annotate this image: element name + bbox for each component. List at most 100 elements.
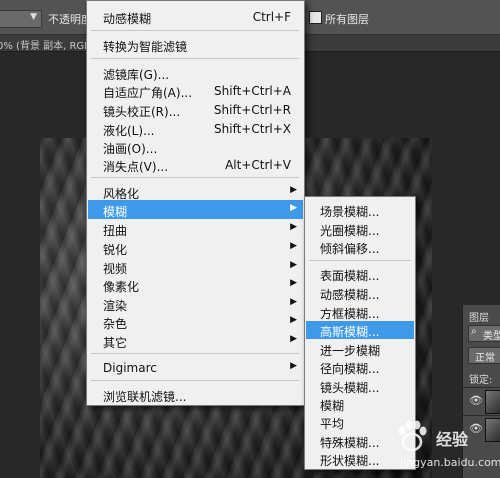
layer-row[interactable]: 👁 <box>463 415 500 442</box>
menu-item-label: 模糊 <box>103 205 128 219</box>
layer-thumbnail <box>485 418 500 442</box>
menu-item-label: 扭曲 <box>103 224 128 238</box>
menu-item-label: 杂色 <box>103 317 128 331</box>
menu-item-label: Digimarc <box>103 361 157 375</box>
menu-separator <box>91 30 299 31</box>
submenu-item-label: 动感模糊... <box>320 288 380 302</box>
menu-item-last-filter[interactable]: 动感模糊 Ctrl+F <box>88 7 303 26</box>
document-tab-label: 0% (背景 副本, RGB, <box>0 41 95 52</box>
submenu-item-label: 方框模糊... <box>320 307 380 321</box>
menu-item-shortcut: Shift+Ctrl+R <box>213 103 291 117</box>
layer-row[interactable]: 👁 <box>463 387 500 414</box>
eye-icon[interactable]: 👁 <box>469 394 483 407</box>
menu-separator <box>91 353 299 354</box>
submenu-arrow-icon: ▶ <box>290 278 297 288</box>
submenu-item-shape-blur[interactable]: 形状模糊... <box>306 450 414 468</box>
menu-item-render[interactable]: 渲染 ▶ <box>88 294 303 313</box>
submenu-item-iris-blur[interactable]: 光圈模糊... <box>306 220 414 238</box>
submenu-arrow-icon: ▶ <box>290 185 297 195</box>
menu-item-shortcut: Shift+Ctrl+A <box>214 84 291 98</box>
menu-item-blur[interactable]: 模糊 ▶ <box>88 200 303 219</box>
submenu-arrow-icon: ▶ <box>290 297 297 307</box>
menu-item-label: 转换为智能滤镜 <box>103 40 188 54</box>
submenu-arrow-icon: ▶ <box>290 222 297 232</box>
menu-item-shortcut: Alt+Ctrl+V <box>225 158 291 172</box>
menu-item-browse-online-filters[interactable]: 浏览联机滤镜... <box>88 385 303 404</box>
layer-filter-dropdown[interactable]: ⌕ 类型 <box>468 325 500 342</box>
submenu-item-blur[interactable]: 模糊 <box>306 395 414 413</box>
menu-item-other[interactable]: 其它 ▶ <box>88 331 303 350</box>
menu-item-label: 其它 <box>103 336 128 350</box>
menu-item-video[interactable]: 视频 ▶ <box>88 257 303 276</box>
submenu-item-label: 特殊模糊... <box>320 436 380 450</box>
menu-item-distort[interactable]: 扭曲 ▶ <box>88 219 303 238</box>
all-layers-checkbox[interactable] <box>309 11 322 24</box>
layer-filter-label: 类型 <box>483 331 500 342</box>
submenu-item-radial-blur[interactable]: 径向模糊... <box>306 358 414 376</box>
layers-panel: 图层 ⌕ 类型 正常 锁定: 👁 👁 <box>462 305 500 478</box>
submenu-item-blur-more[interactable]: 进一步模糊 <box>306 340 414 358</box>
submenu-item-field-blur[interactable]: 场景模糊... <box>306 201 414 219</box>
submenu-item-surface-blur[interactable]: 表面模糊... <box>306 265 414 283</box>
submenu-item-motion-blur[interactable]: 动感模糊... <box>306 284 414 302</box>
menu-item-shortcut: Ctrl+F <box>252 10 291 24</box>
submenu-item-label: 模糊 <box>320 399 345 413</box>
submenu-item-label: 平均 <box>320 417 345 431</box>
submenu-item-label: 镜头模糊... <box>320 381 380 395</box>
menu-item-filter-gallery[interactable]: 滤镜库(G)... <box>88 63 303 82</box>
menu-item-sharpen[interactable]: 锐化 ▶ <box>88 238 303 257</box>
menu-item-label: 自适应广角(A)... <box>103 86 193 100</box>
menu-item-pixelate[interactable]: 像素化 ▶ <box>88 275 303 294</box>
submenu-item-label: 形状模糊... <box>320 454 380 468</box>
submenu-item-smart-blur[interactable]: 特殊模糊... <box>306 432 414 450</box>
all-layers-label: 所有图层 <box>325 13 369 26</box>
menu-item-adaptive-wide-angle[interactable]: 自适应广角(A)... Shift+Ctrl+A <box>88 81 303 100</box>
submenu-item-label: 高斯模糊... <box>320 325 380 339</box>
menu-item-liquify[interactable]: 液化(L)... Shift+Ctrl+X <box>88 119 303 138</box>
submenu-item-average[interactable]: 平均 <box>306 413 414 431</box>
submenu-item-label: 场景模糊... <box>320 205 380 219</box>
filter-menu: 动感模糊 Ctrl+F 转换为智能滤镜 滤镜库(G)... 自适应广角(A)..… <box>86 0 305 406</box>
submenu-item-label: 径向模糊... <box>320 362 380 376</box>
menu-separator <box>309 260 411 261</box>
blur-submenu: 场景模糊... 光圈模糊... 倾斜偏移... 表面模糊... 动感模糊... … <box>304 196 416 470</box>
submenu-item-gaussian-blur[interactable]: 高斯模糊... <box>306 321 414 339</box>
menu-item-lens-correction[interactable]: 镜头校正(R)... Shift+Ctrl+R <box>88 100 303 119</box>
submenu-item-tilt-shift[interactable]: 倾斜偏移... <box>306 238 414 256</box>
layers-panel-title[interactable]: 图层 <box>469 309 489 324</box>
mode-dropdown[interactable]: ▼ <box>0 10 42 28</box>
chevron-down-icon: ▼ <box>30 12 37 22</box>
submenu-arrow-icon: ▶ <box>290 241 297 251</box>
menu-item-label: 镜头校正(R)... <box>103 105 181 119</box>
search-icon: ⌕ <box>471 326 477 337</box>
menu-item-label: 浏览联机滤镜... <box>103 390 187 404</box>
menu-item-convert-smart-filter[interactable]: 转换为智能滤镜 <box>88 35 303 54</box>
menu-item-stylize[interactable]: 风格化 ▶ <box>88 182 303 201</box>
submenu-item-label: 进一步模糊 <box>320 344 381 358</box>
submenu-item-lens-blur[interactable]: 镜头模糊... <box>306 377 414 395</box>
blend-mode-dropdown[interactable]: 正常 <box>468 347 500 364</box>
menu-item-label: 像素化 <box>103 280 140 294</box>
submenu-arrow-icon: ▶ <box>290 334 297 344</box>
submenu-item-label: 表面模糊... <box>320 269 380 283</box>
blend-mode-label: 正常 <box>475 353 495 364</box>
submenu-item-label: 倾斜偏移... <box>320 242 380 256</box>
menu-item-label: 动感模糊 <box>103 12 152 26</box>
menu-item-label: 锐化 <box>103 243 128 257</box>
menu-item-digimarc[interactable]: Digimarc ▶ <box>88 358 303 377</box>
lock-label: 锁定: <box>469 375 493 386</box>
submenu-arrow-icon: ▶ <box>290 260 297 270</box>
submenu-arrow-icon: ▶ <box>290 361 297 371</box>
submenu-arrow-icon: ▶ <box>290 203 297 213</box>
menu-item-noise[interactable]: 杂色 ▶ <box>88 312 303 331</box>
menu-separator <box>91 380 299 381</box>
menu-item-oil-paint[interactable]: 油画(O)... <box>88 137 303 156</box>
menu-separator <box>91 177 299 178</box>
menu-item-vanishing-point[interactable]: 消失点(V)... Alt+Ctrl+V <box>88 155 303 174</box>
menu-separator <box>91 58 299 59</box>
submenu-item-box-blur[interactable]: 方框模糊... <box>306 303 414 321</box>
layer-thumbnail <box>485 390 500 414</box>
menu-item-label: 消失点(V)... <box>103 160 169 174</box>
menu-item-shortcut: Shift+Ctrl+X <box>214 122 291 136</box>
eye-icon[interactable]: 👁 <box>469 422 483 435</box>
